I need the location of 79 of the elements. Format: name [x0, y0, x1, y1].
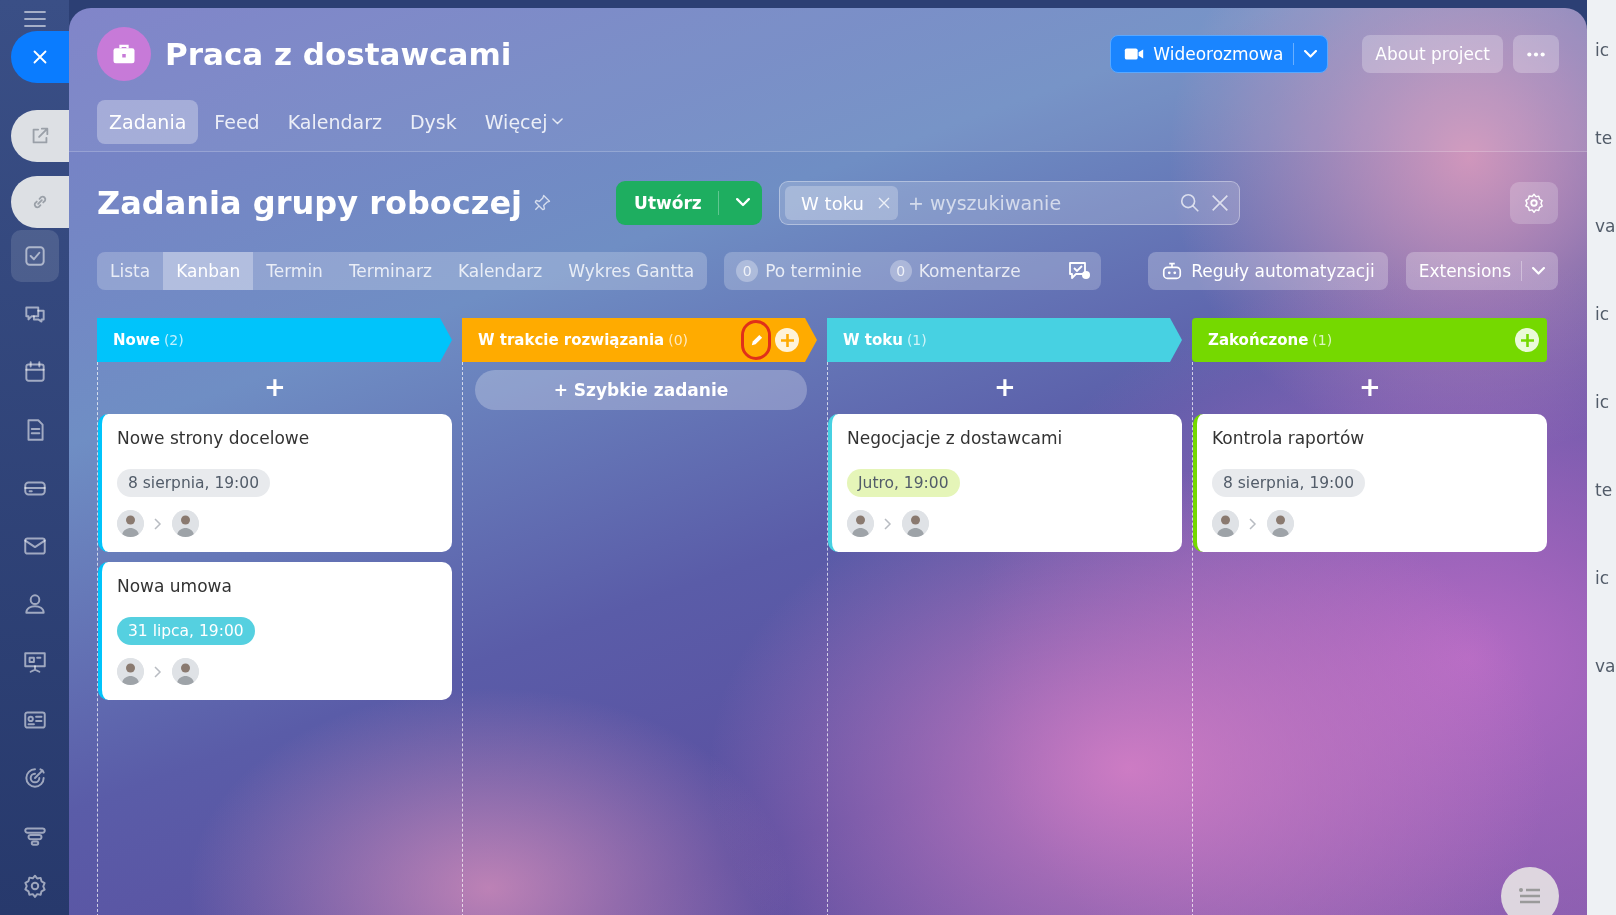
task-title: Kontrola raportów: [1212, 428, 1366, 448]
deadline-badge: Jutro, 19:00: [847, 469, 960, 497]
counter-filter[interactable]: 0 Komentarze: [889, 260, 1027, 282]
copy-link-button[interactable]: [11, 176, 69, 228]
chevron-icon: [154, 665, 162, 678]
page-title: Zadania grupy roboczej: [97, 184, 523, 222]
add-task-button[interactable]: +: [988, 368, 1022, 404]
column-count: (2): [163, 332, 184, 348]
view-tab[interactable]: Kanban: [163, 252, 254, 290]
task-title: Negocjacje z dostawcami: [847, 428, 1064, 448]
background-text: ic: [1594, 304, 1611, 326]
nav-tab[interactable]: Dysk: [397, 100, 469, 144]
settings-button[interactable]: [1510, 182, 1558, 224]
nav-tab[interactable]: Feed: [202, 100, 272, 144]
caret-icon: [1532, 266, 1545, 276]
column-count: (1): [906, 332, 927, 348]
counter-filter[interactable]: 0 Po terminie: [736, 260, 868, 282]
settings-icon[interactable]: [21, 873, 48, 899]
task-card[interactable]: Negocjacje z dostawcami Jutro, 19:00: [828, 414, 1182, 552]
quick-task-button[interactable]: + Szybkie zadanie: [475, 370, 807, 410]
column-count: (1): [1312, 332, 1333, 348]
view-tab[interactable]: Lista: [97, 252, 164, 290]
list-button[interactable]: [1501, 867, 1559, 915]
column-title: W trakcie rozwiązania: [478, 331, 665, 349]
chevron-icon: [154, 517, 162, 530]
automation-rules-button[interactable]: Reguły automatyzacji: [1148, 252, 1388, 290]
task-card[interactable]: Nowe strony docelowe 8 sierpnia, 19:00: [98, 414, 452, 552]
view-tab[interactable]: Wykres Gantta: [555, 252, 708, 290]
search-field[interactable]: W toku + wyszukiwanie: [779, 181, 1241, 225]
column-count: (0): [668, 332, 689, 348]
more-icon: [1526, 51, 1546, 57]
background-text: ic: [1594, 568, 1611, 590]
nav-tab[interactable]: Zadania: [97, 100, 199, 144]
caret-icon: [1304, 49, 1318, 59]
menu-icon[interactable]: [22, 10, 47, 28]
deadline-badge: 31 lipca, 19:00: [117, 617, 255, 645]
task-card[interactable]: Nowa umowa 31 lipca, 19:00: [98, 562, 452, 700]
background-text: ic: [1594, 40, 1611, 62]
plus-icon: [1520, 333, 1534, 347]
background-text: ic: [1594, 392, 1611, 414]
column-title: W toku: [843, 331, 903, 349]
presentation-icon[interactable]: [21, 649, 48, 675]
about-project-button[interactable]: About project: [1362, 35, 1503, 73]
background-text: va: [1594, 216, 1616, 238]
deadline-badge: 8 sierpnia, 19:00: [117, 469, 271, 497]
task-title: Nowe strony docelowe: [117, 428, 311, 448]
column-title: Zakończone: [1208, 331, 1309, 349]
pin-icon[interactable]: [532, 193, 553, 213]
add-task-button[interactable]: +: [258, 368, 292, 404]
plus-icon: [780, 333, 794, 347]
robot-icon: [1161, 260, 1184, 282]
close-button[interactable]: [11, 31, 69, 83]
view-tab[interactable]: Termin: [253, 252, 336, 290]
open-external-button[interactable]: [11, 110, 69, 162]
project-title: Praca z dostawcami: [165, 36, 513, 72]
search-icon[interactable]: [1179, 192, 1202, 214]
nav-tab[interactable]: Więcej: [472, 100, 575, 144]
task-card[interactable]: Kontrola raportów 8 sierpnia, 19:00: [1193, 414, 1547, 552]
filter-chip[interactable]: W toku: [785, 186, 898, 220]
settings-icon: [1523, 192, 1545, 214]
caret-icon: [736, 198, 751, 208]
edit-button[interactable]: [741, 320, 771, 360]
nav-tab[interactable]: Kalendarz: [275, 100, 394, 144]
extensions-button[interactable]: Extensions: [1405, 252, 1558, 290]
view-tab[interactable]: Terminarz: [335, 252, 445, 290]
list-icon: [1518, 887, 1542, 905]
background-text: va: [1594, 656, 1616, 678]
task-title: Nowa umowa: [117, 576, 233, 596]
sidebar-item-highlight[interactable]: [10, 230, 59, 282]
column-title: Nowe: [113, 331, 160, 349]
video-call-button[interactable]: Wideorozmowa: [1110, 35, 1329, 73]
create-button[interactable]: Utwórz: [616, 181, 763, 225]
deadline-badge: 8 sierpnia, 19:00: [1212, 469, 1366, 497]
background-text: te: [1594, 128, 1614, 150]
chevron-icon: [1249, 517, 1257, 530]
background-text: te: [1594, 480, 1614, 502]
view-tab[interactable]: Kalendarz: [444, 252, 556, 290]
chevron-icon: [884, 517, 892, 530]
add-task-button[interactable]: +: [1353, 368, 1387, 404]
